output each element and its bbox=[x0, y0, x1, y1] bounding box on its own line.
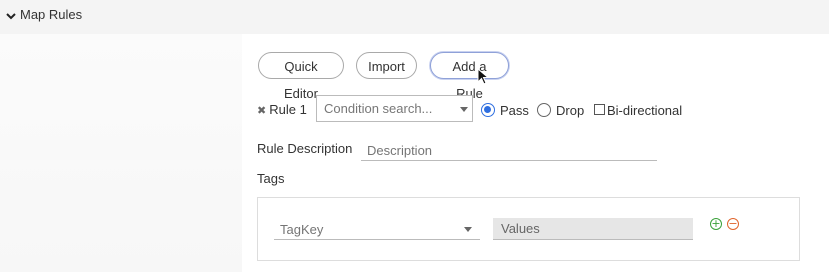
drop-radio[interactable] bbox=[537, 103, 551, 117]
section-title: Map Rules bbox=[20, 7, 83, 22]
drop-label: Drop bbox=[556, 103, 585, 118]
bidirectional-label: Bi-directional bbox=[607, 103, 683, 118]
quick-editor-button[interactable]: Quick Editor bbox=[258, 52, 344, 101]
pass-radio[interactable] bbox=[481, 103, 495, 117]
left-panel bbox=[0, 34, 242, 272]
add-rule-button[interactable]: Add a Rule bbox=[430, 52, 509, 101]
description-input[interactable] bbox=[361, 141, 657, 161]
tags-label: Tags bbox=[257, 171, 285, 186]
chevron-down-icon[interactable] bbox=[5, 10, 17, 22]
tagkey-caret-icon[interactable] bbox=[464, 227, 472, 232]
condition-placeholder: Condition search... bbox=[324, 101, 433, 116]
values-input[interactable]: Values bbox=[493, 218, 693, 240]
tagkey-input[interactable] bbox=[274, 219, 480, 240]
pass-label: Pass bbox=[500, 103, 529, 118]
bidirectional-checkbox[interactable] bbox=[594, 104, 605, 115]
rule-header: ✖ Rule 1 bbox=[257, 102, 307, 117]
mouse-pointer-icon bbox=[477, 68, 490, 85]
minus-circle-icon[interactable]: − bbox=[727, 218, 739, 230]
close-icon[interactable]: ✖ bbox=[257, 105, 266, 117]
condition-search-select[interactable]: Condition search... bbox=[316, 95, 473, 122]
plus-circle-icon[interactable]: + bbox=[710, 218, 722, 230]
caret-down-icon bbox=[460, 107, 468, 112]
map-rules-header[interactable]: Map Rules bbox=[0, 0, 829, 34]
import-button[interactable]: Import bbox=[356, 52, 417, 79]
rule-description-label: Rule Description bbox=[257, 141, 353, 156]
rule-label: Rule 1 bbox=[269, 102, 307, 117]
